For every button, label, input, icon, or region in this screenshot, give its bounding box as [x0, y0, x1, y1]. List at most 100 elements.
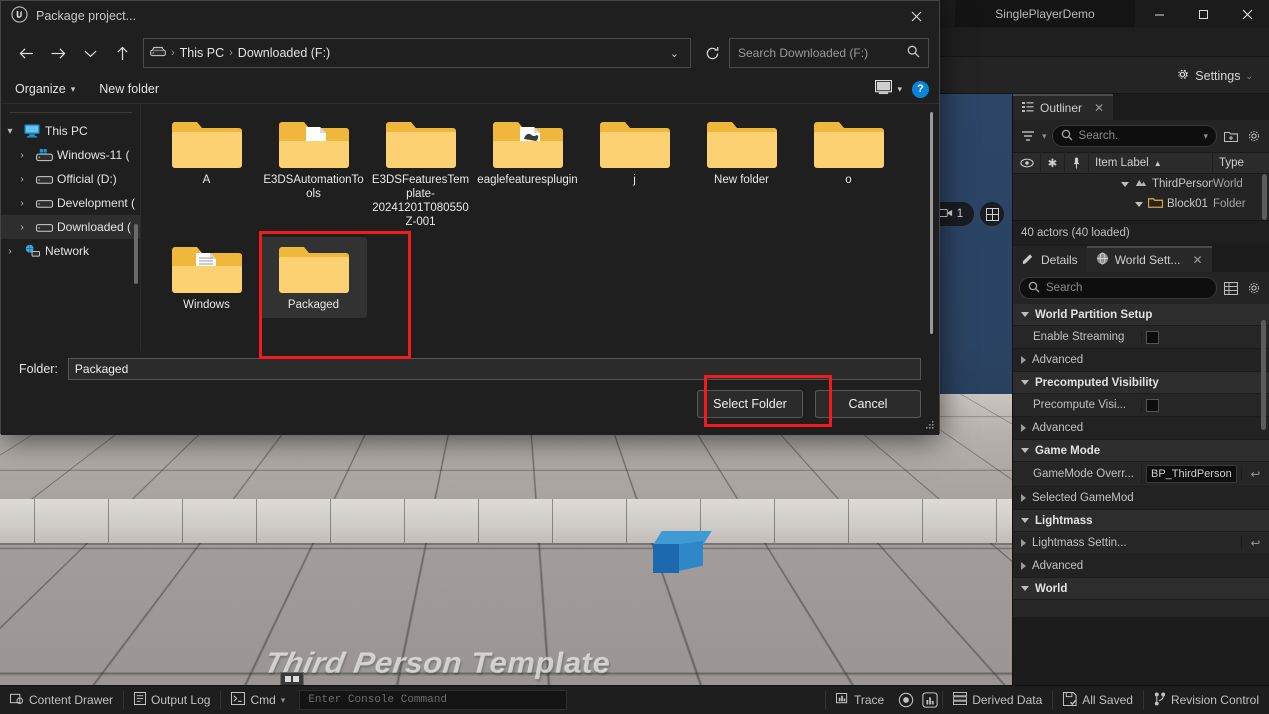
expander-down-icon[interactable] [1135, 202, 1143, 207]
prop-wp-advanced[interactable]: Advanced [1013, 349, 1269, 372]
file-item[interactable]: o [795, 112, 902, 235]
file-item[interactable]: Windows [153, 237, 260, 318]
close-button[interactable] [1225, 0, 1269, 28]
console-command-input[interactable]: Enter Console Command [299, 690, 567, 710]
derived-data-button[interactable]: Derived Data [943, 686, 1052, 714]
file-item[interactable]: E3DSFeaturesTemplate-20241201T080550Z-00… [367, 112, 474, 235]
expander-right-icon[interactable] [1021, 424, 1026, 432]
section-lightmass[interactable]: Lightmass [1013, 510, 1269, 532]
expander-down-icon[interactable] [1021, 312, 1029, 317]
chevron-down-icon[interactable]: ▾ [1203, 131, 1208, 142]
column-visibility[interactable] [1013, 152, 1041, 174]
file-item[interactable]: New folder [688, 112, 795, 235]
file-list[interactable]: A E3DSAutomationTools [141, 104, 939, 351]
column-star[interactable]: ✱ [1041, 152, 1065, 174]
column-type[interactable]: Type [1213, 152, 1269, 174]
gear-icon[interactable] [1245, 127, 1263, 145]
minimize-button[interactable] [1137, 0, 1181, 28]
trace-record-button[interactable] [894, 686, 918, 714]
settings-button[interactable]: Settings ⌄ [1167, 63, 1261, 89]
sidebar-item-windows-11[interactable]: › Windows-11 ( [1, 143, 140, 167]
tab-details[interactable]: Details [1013, 246, 1087, 272]
select-folder-dialog[interactable]: Package project... › This PC › Downloade… [0, 0, 940, 434]
table-view-icon[interactable] [1222, 279, 1240, 297]
filter-chevron-down-icon[interactable]: ▾ [1042, 131, 1047, 142]
search-input[interactable]: Search Downloaded (F:) [729, 38, 929, 68]
details-scrollbar[interactable] [1261, 320, 1266, 430]
back-button[interactable] [11, 38, 41, 68]
file-item-selected[interactable]: Packaged [260, 237, 367, 318]
expander-down-icon[interactable] [1021, 448, 1029, 453]
expander-right-icon[interactable] [1021, 494, 1026, 502]
revision-control-button[interactable]: Revision Control [1144, 686, 1269, 714]
expander-right-icon[interactable] [1021, 356, 1026, 364]
column-pin[interactable] [1065, 152, 1089, 174]
prop-value[interactable] [1141, 399, 1241, 412]
expander-down-icon[interactable]: ▾ [1, 126, 19, 137]
up-button[interactable] [107, 38, 137, 68]
checkbox[interactable] [1146, 331, 1159, 344]
all-saved-button[interactable]: All Saved [1053, 686, 1143, 714]
prop-value[interactable] [1141, 331, 1241, 344]
expander-right-icon[interactable]: › [13, 150, 31, 161]
viewport-blue-cube[interactable] [653, 531, 703, 573]
cancel-button[interactable]: Cancel [815, 390, 921, 418]
organize-button[interactable]: Organize ▾ [11, 78, 79, 100]
file-item[interactable]: A [153, 112, 260, 235]
gamemode-combobox[interactable]: BP_ThirdPerson [1146, 465, 1237, 483]
content-drawer-button[interactable]: Content Drawer [0, 686, 123, 714]
expander-right-icon[interactable]: › [13, 198, 31, 209]
file-item[interactable]: eaglefeaturesplugin [474, 112, 581, 235]
breadcrumb[interactable]: › This PC › Downloaded (F:) ⌄ [143, 38, 691, 68]
prop-value[interactable]: BP_ThirdPerson [1141, 465, 1241, 483]
recent-locations-button[interactable] [75, 38, 105, 68]
outliner-row-folder[interactable]: Block01 Folder [1013, 194, 1269, 214]
sidebar-item-this-pc[interactable]: ▾ This PC [1, 119, 140, 143]
expander-down-icon[interactable] [1021, 518, 1029, 523]
trace-button[interactable]: Trace [826, 686, 894, 714]
outliner-scrollbar[interactable] [1262, 174, 1267, 220]
refresh-button[interactable] [697, 38, 727, 68]
sidebar-item-development[interactable]: › Development ( [1, 191, 140, 215]
close-icon[interactable]: ✕ [1094, 101, 1104, 115]
filter-icon[interactable] [1019, 127, 1037, 145]
column-item-label[interactable]: Item Label ▲ [1089, 152, 1213, 174]
expander-down-icon[interactable] [1021, 586, 1029, 591]
prop-lightmass-settings[interactable]: Lightmass Settin... ↩ [1013, 532, 1269, 555]
file-list-scrollbar[interactable] [930, 112, 933, 334]
resize-grip[interactable] [926, 421, 935, 432]
prop-gamemode-override[interactable]: GameMode Overr... BP_ThirdPerson ↩ [1013, 462, 1269, 487]
outliner-search-input[interactable]: Search. ▾ [1052, 125, 1217, 147]
prop-pv-advanced[interactable]: Advanced [1013, 417, 1269, 440]
section-world[interactable]: World [1013, 578, 1269, 600]
prop-precompute-visibility[interactable]: Precompute Visi... [1013, 394, 1269, 417]
prop-reset-button[interactable]: ↩ [1241, 536, 1269, 550]
prop-reset-button[interactable]: ↩ [1241, 467, 1269, 481]
prop-enable-streaming[interactable]: Enable Streaming [1013, 326, 1269, 349]
help-button[interactable]: ? [912, 81, 929, 98]
maximize-button[interactable] [1181, 0, 1225, 28]
file-item[interactable]: E3DSAutomationTools [260, 112, 367, 235]
prop-lightmass-advanced[interactable]: Advanced [1013, 555, 1269, 578]
new-folder-button[interactable]: New folder [95, 78, 163, 100]
sidebar-item-network[interactable]: › Network [1, 239, 140, 263]
section-world-partition-setup[interactable]: World Partition Setup [1013, 304, 1269, 326]
add-folder-icon[interactable] [1222, 127, 1240, 145]
dialog-close-button[interactable] [893, 1, 939, 31]
sidebar-scrollbar[interactable] [134, 224, 138, 284]
breadcrumb-item-this-pc[interactable]: This PC [180, 46, 224, 60]
gear-icon[interactable] [1245, 279, 1263, 297]
checkbox[interactable] [1146, 399, 1159, 412]
chevron-down-icon[interactable]: ▾ [281, 695, 286, 706]
select-folder-button[interactable]: Select Folder [697, 390, 803, 418]
expander-right-icon[interactable] [1021, 539, 1026, 547]
expander-down-icon[interactable] [1121, 182, 1129, 187]
viewport-layout-icon[interactable] [980, 202, 1004, 226]
outliner-row-world[interactable]: ThirdPersonM World [1013, 174, 1269, 194]
sidebar-item-official-d[interactable]: › Official (D:) [1, 167, 140, 191]
section-game-mode[interactable]: Game Mode [1013, 440, 1269, 462]
file-item[interactable]: j [581, 112, 688, 235]
sidebar-item-downloaded[interactable]: › Downloaded ( [1, 215, 140, 239]
expander-right-icon[interactable]: › [1, 246, 19, 257]
view-mode-button[interactable]: ▾ [875, 80, 902, 98]
